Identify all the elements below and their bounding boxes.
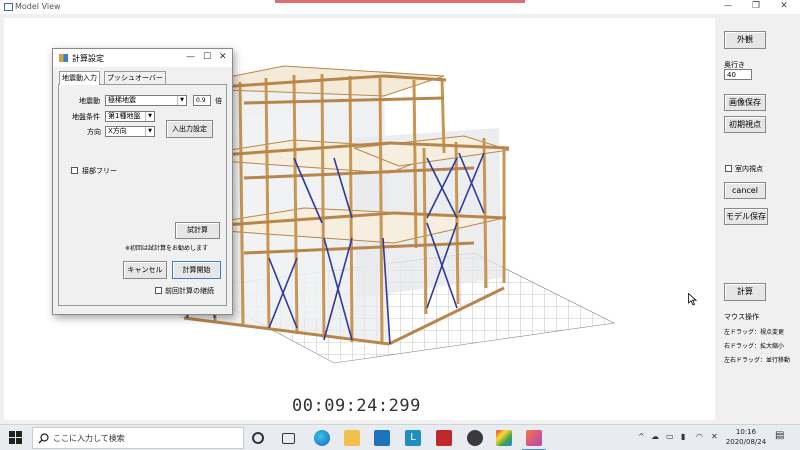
chevron-up-icon[interactable]: ^: [638, 432, 645, 441]
volume-icon[interactable]: ✕: [711, 432, 718, 441]
mouse-both-drag-hint: 左右ドラッグ：並行移動: [724, 357, 791, 364]
initial-view-button[interactable]: 初期視点: [724, 116, 766, 133]
start-calc-button[interactable]: 計算開始: [172, 261, 221, 279]
trial-calc-button[interactable]: 試計算: [175, 222, 220, 239]
direction-select[interactable]: X方向 ▼: [105, 126, 155, 137]
taskbar-clock[interactable]: 10:16 2020/08/24: [724, 427, 768, 447]
close-button[interactable]: ✕: [770, 0, 798, 14]
chevron-down-icon: ▼: [145, 127, 154, 136]
dialog-app-icon: [59, 54, 68, 62]
paint-app-icon[interactable]: [496, 430, 512, 446]
wifi-icon[interactable]: ◠: [696, 432, 703, 441]
app-icon: [4, 3, 13, 11]
factor-unit: 倍: [215, 97, 222, 105]
camera-app-icon[interactable]: [467, 430, 483, 446]
notification-icon[interactable]: ▤: [775, 430, 784, 441]
dialog-cancel-button[interactable]: キャンセル: [123, 261, 167, 279]
chevron-down-icon: ▼: [177, 96, 186, 105]
dialog-minimize-button[interactable]: —: [186, 52, 195, 62]
continue-prev-calc-checkbox[interactable]: [155, 287, 162, 294]
restore-button[interactable]: ❐: [742, 0, 770, 14]
tab-pushover[interactable]: プッシュオーバー: [104, 71, 166, 85]
dialog-maximize-button[interactable]: ☐: [203, 52, 211, 62]
cancel-view-button[interactable]: cancel: [724, 182, 766, 199]
dialog-title: 計算設定: [72, 54, 104, 63]
dialog-titlebar: 計算設定 — ☐ ✕: [53, 49, 232, 67]
search-icon: [38, 433, 49, 444]
mouse-right-drag-hint: 右ドラッグ：拡大縮小: [724, 343, 785, 350]
seismic-select-value: 極稀地震: [108, 96, 136, 104]
depth-input[interactable]: 40: [724, 69, 752, 80]
indoor-view-checkbox[interactable]: [725, 165, 732, 172]
search-placeholder: ここに入力して検索: [53, 434, 125, 443]
trial-calc-note: ※初回は試計算をお勧めします: [125, 245, 209, 252]
seismic-input-panel: 地震動 極稀地震 ▼ 0.9 倍 地盤条件 第1種地盤 ▼ 方向 X方向 ▼ 入…: [58, 84, 227, 306]
cortana-icon[interactable]: [252, 432, 264, 444]
minimize-button[interactable]: —: [714, 0, 742, 14]
file-explorer-icon[interactable]: [344, 430, 360, 446]
mouse-cursor-icon: [688, 293, 697, 306]
factor-input[interactable]: 0.9: [193, 95, 211, 106]
calculate-button[interactable]: 計算: [724, 283, 766, 301]
seismic-select[interactable]: 極稀地震 ▼: [105, 95, 187, 106]
battery-icon[interactable]: ▮: [681, 432, 685, 441]
mouse-left-drag-hint: 左ドラッグ：視点変更: [724, 329, 785, 336]
window-titlebar: Model View — ❐ ✕: [0, 0, 800, 14]
save-model-button[interactable]: モデル保存: [724, 208, 768, 225]
ground-condition-label: 地盤条件: [72, 113, 100, 121]
windows-start-icon[interactable]: [9, 431, 22, 444]
dialog-close-button[interactable]: ✕: [219, 52, 227, 62]
title-accent-strip: [275, 0, 525, 3]
seismic-label: 地震動: [79, 97, 100, 105]
ground-condition-value: 第1種地盤: [108, 112, 141, 120]
mcafee-icon[interactable]: [436, 430, 452, 446]
exterior-view-button[interactable]: 外観: [724, 31, 766, 49]
mouse-ops-title: マウス操作: [724, 313, 759, 321]
direction-value: X方向: [108, 127, 127, 135]
mail-icon[interactable]: [374, 430, 390, 446]
task-view-icon[interactable]: [282, 433, 295, 444]
weather-icon[interactable]: ☁: [651, 432, 659, 441]
joint-free-label: 接部フリー: [82, 167, 117, 175]
clock-time: 10:16: [735, 428, 757, 436]
calc-settings-dialog: 計算設定 — ☐ ✕ 地震動入力 プッシュオーバー 地震動 極稀地震 ▼ 0.9…: [52, 48, 233, 315]
edge-browser-icon[interactable]: [314, 430, 330, 446]
media-app-icon[interactable]: [526, 430, 542, 446]
io-settings-button[interactable]: 入出力設定: [166, 120, 213, 138]
chevron-down-icon: ▼: [145, 112, 154, 121]
joint-free-checkbox[interactable]: [71, 167, 78, 174]
windows-taskbar: ここに入力して検索 L ^ ☁ ▭ ▮ ◠ ✕ 10:16 2020/08/24…: [0, 424, 800, 450]
save-image-button[interactable]: 画像保存: [724, 94, 766, 111]
l-app-icon[interactable]: L: [405, 430, 421, 446]
window-title: Model View: [15, 2, 61, 11]
elapsed-timer: 00:09:24:299: [292, 396, 421, 416]
continue-prev-calc-label: 前回計算の継続: [165, 287, 214, 295]
clock-date: 2020/08/24: [725, 438, 767, 446]
network-icon[interactable]: ▭: [666, 432, 674, 441]
taskbar-search-box[interactable]: ここに入力して検索: [32, 427, 244, 449]
ground-condition-select[interactable]: 第1種地盤 ▼: [105, 111, 155, 122]
indoor-view-label: 室内視点: [735, 165, 763, 173]
direction-label: 方向: [87, 128, 101, 136]
tab-seismic-input[interactable]: 地震動入力: [59, 71, 100, 85]
